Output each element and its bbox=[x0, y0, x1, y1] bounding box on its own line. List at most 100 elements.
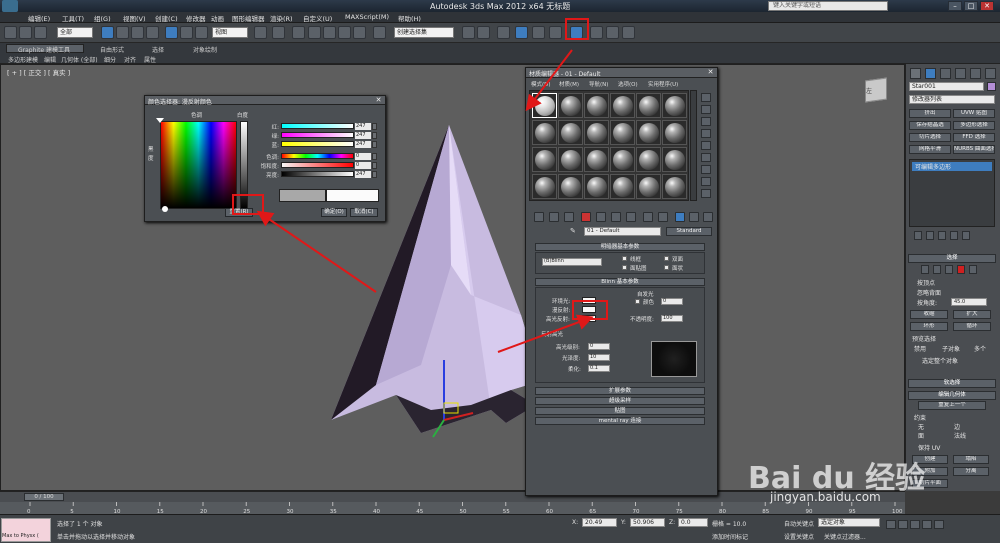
material-sample-slot[interactable] bbox=[636, 120, 661, 145]
perspective-viewport[interactable]: [ + ] [ 正交 ] [ 真实 ] 左 bbox=[0, 64, 905, 491]
layer-manager-icon[interactable] bbox=[497, 26, 510, 39]
shrink-button[interactable]: 收缩 bbox=[910, 310, 948, 319]
hue-spinner[interactable] bbox=[372, 153, 377, 160]
show-end-result-icon[interactable] bbox=[926, 231, 934, 240]
percent-snap-icon[interactable] bbox=[338, 26, 351, 39]
constraint-edge-radio[interactable]: 边 bbox=[954, 422, 960, 431]
nurbs-surface-select-button[interactable]: NURBS 曲面选择 bbox=[953, 145, 995, 154]
collapse-button[interactable]: 塌陷 bbox=[953, 455, 989, 464]
me-menu-options[interactable]: 选项(O) bbox=[618, 80, 638, 88]
ribbon-align[interactable]: 对齐 bbox=[124, 55, 136, 64]
cancel-button[interactable]: 取消(C) bbox=[350, 208, 378, 217]
material-type-button[interactable]: Standard bbox=[666, 227, 712, 236]
menu-group[interactable]: 组(G) bbox=[94, 13, 111, 23]
material-sample-slot[interactable] bbox=[610, 147, 635, 172]
angle-snap-icon[interactable] bbox=[323, 26, 336, 39]
unlink-icon[interactable] bbox=[34, 26, 47, 39]
assign-to-selection-icon[interactable] bbox=[564, 212, 574, 222]
red-slider[interactable] bbox=[281, 123, 354, 129]
menu-rendering[interactable]: 渲染(R) bbox=[270, 13, 293, 23]
material-name-field[interactable]: 01 - Default bbox=[584, 227, 661, 236]
undo-icon[interactable] bbox=[4, 26, 17, 39]
z-coord-field[interactable]: 0.0 bbox=[678, 518, 708, 527]
prev-frame-icon[interactable] bbox=[898, 520, 908, 529]
me-menu-material[interactable]: 材质(M) bbox=[559, 80, 579, 88]
material-sample-slot[interactable] bbox=[532, 147, 557, 172]
material-sample-slot[interactable] bbox=[636, 147, 661, 172]
preview-multi-radio[interactable]: 多个 bbox=[974, 344, 986, 353]
poly-select-button[interactable]: 多边形选择 bbox=[953, 121, 995, 130]
x-coord-field[interactable]: 20.49 bbox=[582, 518, 617, 527]
video-color-check-icon[interactable] bbox=[701, 141, 711, 150]
motion-tab-icon[interactable] bbox=[955, 68, 966, 79]
y-coord-field[interactable]: 50.906 bbox=[630, 518, 665, 527]
selection-filter-select[interactable]: 全部 bbox=[57, 27, 93, 38]
maxscript-listener[interactable]: Max to Physx ( bbox=[1, 518, 51, 542]
select-move-icon[interactable] bbox=[165, 26, 178, 39]
saturation-value[interactable]: 0 bbox=[355, 162, 371, 169]
material-sample-slot[interactable] bbox=[662, 147, 687, 172]
pin-stack-icon[interactable] bbox=[914, 231, 922, 240]
extrude-button[interactable]: 挤出 bbox=[909, 109, 951, 118]
reference-coordinate-select[interactable]: 视图 bbox=[212, 27, 248, 38]
render-production-icon[interactable] bbox=[622, 26, 635, 39]
ring-button[interactable]: 环形 bbox=[910, 322, 948, 331]
material-sample-slot[interactable] bbox=[584, 93, 609, 118]
sample-type-icon[interactable] bbox=[701, 93, 711, 102]
tab-object-paint[interactable]: 对象绘制 bbox=[193, 45, 217, 54]
material-sample-slot[interactable] bbox=[636, 174, 661, 199]
render-setup-icon[interactable] bbox=[590, 26, 603, 39]
color-dialog-title-bar[interactable]: 颜色选择器: 漫反射颜色 ✕ bbox=[145, 96, 385, 106]
play-icon[interactable] bbox=[910, 520, 920, 529]
remove-modifier-icon[interactable] bbox=[950, 231, 958, 240]
material-editor-close-icon[interactable]: ✕ bbox=[706, 68, 715, 76]
copy-material-icon[interactable] bbox=[596, 212, 606, 222]
slice-select-button[interactable]: 切片选择 bbox=[909, 133, 951, 142]
snaps-toggle-icon[interactable] bbox=[308, 26, 321, 39]
value-slider[interactable] bbox=[281, 171, 354, 177]
curve-editor-icon[interactable] bbox=[532, 26, 545, 39]
link-icon[interactable] bbox=[19, 26, 32, 39]
put-to-library-icon[interactable] bbox=[626, 212, 636, 222]
material-sample-slot[interactable] bbox=[662, 93, 687, 118]
pivot-center-icon[interactable] bbox=[254, 26, 267, 39]
show-end-result-icon[interactable] bbox=[675, 212, 685, 222]
create-tab-icon[interactable] bbox=[910, 68, 921, 79]
modifier-list-select[interactable]: 修改器列表 bbox=[909, 95, 995, 104]
hue-slider[interactable] bbox=[281, 153, 354, 159]
element-subobj-icon[interactable] bbox=[969, 265, 977, 274]
material-sample-slot[interactable] bbox=[636, 93, 661, 118]
material-sample-slot[interactable] bbox=[558, 147, 583, 172]
polygon-subobj-icon[interactable] bbox=[957, 265, 965, 274]
me-menu-utilities[interactable]: 实用程序(U) bbox=[648, 80, 678, 88]
wire-checkbox[interactable] bbox=[622, 256, 627, 261]
selection-rollout[interactable]: 选择 bbox=[908, 254, 996, 263]
material-sample-slot[interactable] bbox=[532, 93, 557, 118]
loop-button[interactable]: 循环 bbox=[953, 322, 991, 331]
menu-animation[interactable]: 动画 bbox=[211, 13, 224, 23]
key-filters-button[interactable]: 关键点过滤器... bbox=[824, 532, 866, 541]
soften-value[interactable]: 0.1 bbox=[588, 365, 610, 372]
add-time-tag-button[interactable]: 添加时间标记 bbox=[712, 532, 748, 541]
edge-subobj-icon[interactable] bbox=[933, 265, 941, 274]
star-cone-model[interactable] bbox=[1, 65, 906, 492]
green-spinner[interactable] bbox=[372, 132, 377, 139]
select-scale-icon[interactable] bbox=[195, 26, 208, 39]
material-map-navigator-icon[interactable] bbox=[701, 189, 711, 198]
material-sample-slot[interactable] bbox=[558, 174, 583, 199]
material-sample-slot[interactable] bbox=[584, 147, 609, 172]
blue-value[interactable]: 247 bbox=[355, 141, 371, 148]
specular-level-value[interactable]: 0 bbox=[588, 343, 610, 350]
auto-key-button[interactable]: 自动关键点 bbox=[784, 519, 814, 528]
material-id-channel-icon[interactable] bbox=[643, 212, 653, 222]
edit-geometry-rollout[interactable]: 编辑几何体 bbox=[908, 391, 996, 400]
eyedropper-icon[interactable] bbox=[162, 206, 168, 212]
window-crossing-icon[interactable] bbox=[146, 26, 159, 39]
border-subobj-icon[interactable] bbox=[945, 265, 953, 274]
select-region-icon[interactable] bbox=[131, 26, 144, 39]
app-logo-icon[interactable] bbox=[2, 0, 18, 12]
hue-value[interactable]: 0 bbox=[355, 153, 371, 160]
hierarchy-tab-icon[interactable] bbox=[940, 68, 951, 79]
meshsmooth-button[interactable]: 网格平滑 bbox=[909, 145, 951, 154]
ffd-select-button[interactable]: FFD 选择 bbox=[953, 133, 995, 142]
